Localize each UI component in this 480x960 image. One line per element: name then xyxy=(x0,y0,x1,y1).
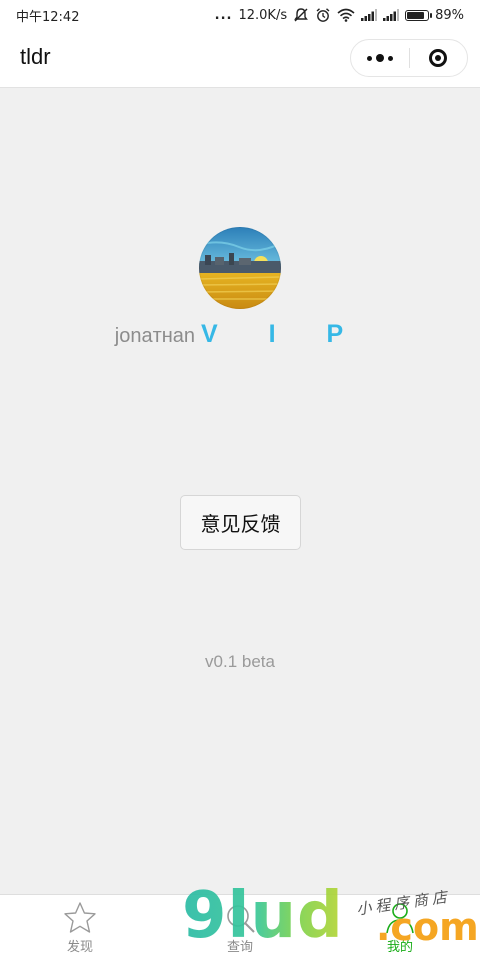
dots-icon: ... xyxy=(214,7,233,23)
status-bar: 中午12:42 ... 12.0K/s 89% xyxy=(0,0,480,30)
vip-badge: V I P xyxy=(201,320,366,348)
nav-bar: tldr xyxy=(0,30,480,88)
feedback-button[interactable]: 意见反馈 xyxy=(180,495,301,550)
tab-bar: 发现 查询 我的 xyxy=(0,894,480,960)
star-icon xyxy=(62,901,98,935)
alarm-icon xyxy=(315,7,331,23)
tab-search[interactable]: 查询 xyxy=(160,895,320,960)
more-button[interactable] xyxy=(351,40,409,76)
status-time: 中午12:42 xyxy=(16,9,80,25)
signal-icon xyxy=(383,9,400,21)
battery-icon xyxy=(405,9,433,21)
tab-label: 查询 xyxy=(226,940,253,955)
battery-percent: 89% xyxy=(435,7,464,23)
target-close-icon xyxy=(429,49,448,67)
avatar[interactable] xyxy=(199,227,281,309)
username: jonaтнan xyxy=(114,325,196,347)
tab-mine[interactable]: 我的 xyxy=(320,895,480,960)
user-icon xyxy=(382,901,418,935)
version-label: v0.1 beta xyxy=(205,652,275,671)
network-speed: 12.0K/s xyxy=(238,7,288,23)
more-dots-icon xyxy=(366,54,393,62)
tab-discover[interactable]: 发现 xyxy=(0,895,160,960)
wifi-icon xyxy=(337,8,355,22)
tab-label: 发现 xyxy=(66,940,93,955)
tab-label: 我的 xyxy=(386,940,413,955)
page-title: tldr xyxy=(20,44,51,69)
capsule-menu xyxy=(350,39,468,77)
signal-icon xyxy=(361,9,378,21)
profile-line: jonaтнan V I P xyxy=(0,320,480,349)
search-icon xyxy=(222,901,258,935)
close-button[interactable] xyxy=(410,40,468,76)
mute-icon xyxy=(293,7,309,23)
